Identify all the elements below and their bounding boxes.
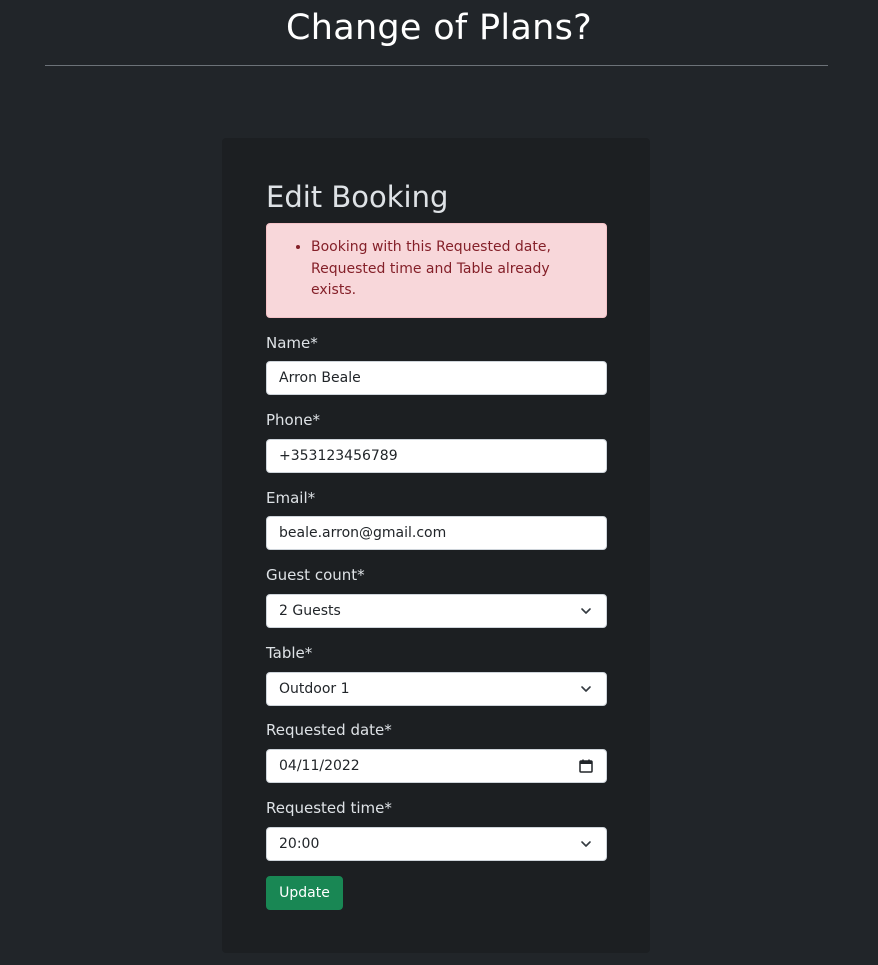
- guest-count-select[interactable]: 2 Guests: [266, 594, 607, 628]
- requested-date-label: Requested date*: [266, 721, 392, 739]
- table-label: Table*: [266, 644, 313, 662]
- chevron-down-icon: [581, 841, 591, 847]
- requested-time-label: Requested time*: [266, 799, 392, 817]
- phone-label: Phone*: [266, 411, 320, 429]
- table-value: Outdoor 1: [279, 681, 350, 697]
- requested-date-value: 04/11/2022: [279, 758, 360, 774]
- title-divider: [45, 65, 828, 66]
- guest-count-label: Guest count*: [266, 566, 365, 584]
- name-label: Name*: [266, 334, 318, 352]
- requested-time-select[interactable]: 20:00: [266, 827, 607, 861]
- error-list: Booking with this Requested date, Reques…: [311, 237, 586, 302]
- email-input[interactable]: beale.arron@gmail.com: [266, 516, 607, 550]
- name-input[interactable]: Arron Beale: [266, 361, 607, 395]
- requested-date-input[interactable]: 04/11/2022: [266, 749, 607, 783]
- email-label: Email*: [266, 489, 316, 507]
- guest-count-value: 2 Guests: [279, 603, 341, 619]
- update-button[interactable]: Update: [266, 876, 343, 910]
- requested-time-value: 20:00: [279, 836, 320, 852]
- calendar-icon[interactable]: [578, 758, 594, 774]
- error-item: Booking with this Requested date, Reques…: [311, 237, 586, 302]
- edit-booking-card: Edit Booking Booking with this Requested…: [222, 138, 650, 953]
- phone-input[interactable]: +353123456789: [266, 439, 607, 473]
- chevron-down-icon: [581, 686, 591, 692]
- form-heading: Edit Booking: [266, 180, 449, 214]
- page-title: Change of Plans?: [285, 8, 593, 48]
- chevron-down-icon: [581, 608, 591, 614]
- error-alert: Booking with this Requested date, Reques…: [266, 223, 607, 318]
- table-select[interactable]: Outdoor 1: [266, 672, 607, 706]
